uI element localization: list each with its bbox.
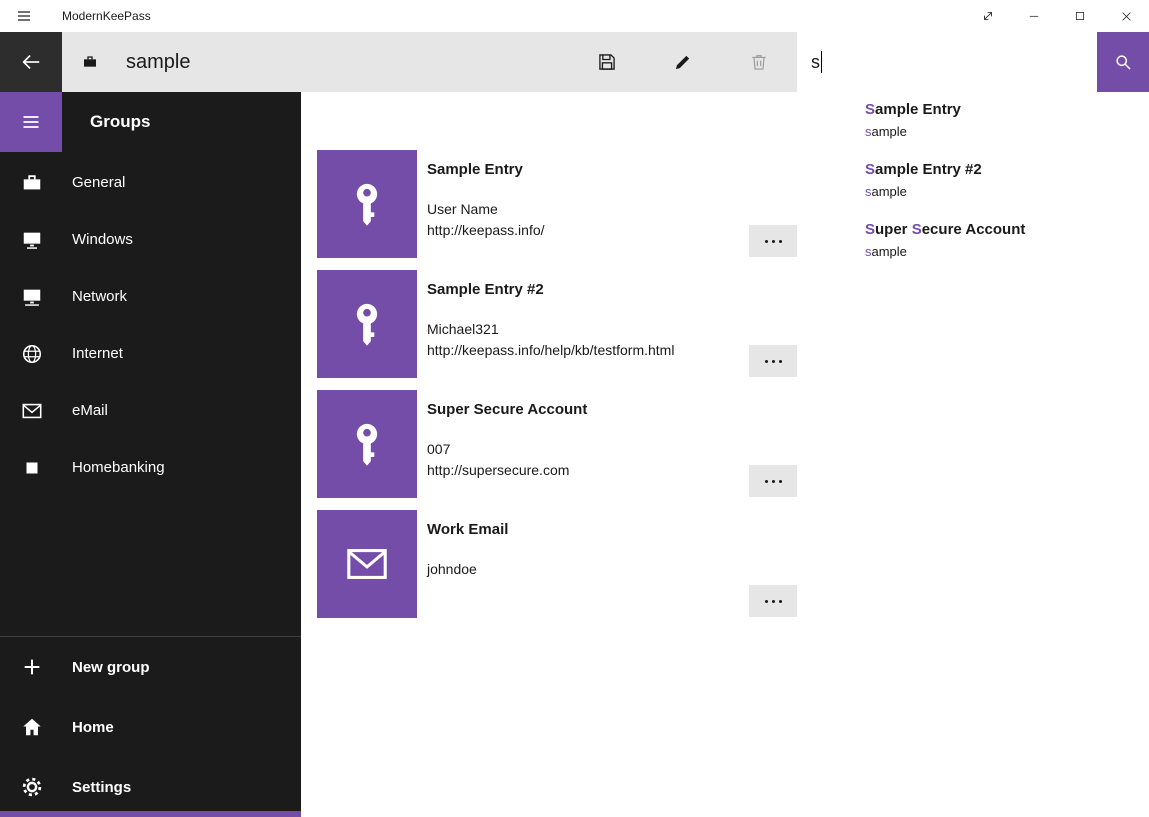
minimize-icon[interactable] bbox=[1011, 0, 1057, 32]
entry-tile[interactable] bbox=[317, 270, 417, 378]
sidebar-item-internet[interactable]: Internet bbox=[0, 325, 301, 382]
search-query-text: s bbox=[811, 52, 820, 73]
search-box: s bbox=[797, 32, 1149, 92]
maximize-icon[interactable] bbox=[1057, 0, 1103, 32]
sidebar-actions: New group Home Settings bbox=[0, 637, 301, 817]
more-options-button[interactable] bbox=[749, 225, 797, 257]
sidebar: Groups General bbox=[0, 92, 301, 817]
ellipsis-icon bbox=[765, 480, 768, 483]
key-icon bbox=[344, 301, 390, 347]
pencil-icon bbox=[673, 52, 693, 72]
envelope-icon bbox=[344, 541, 390, 587]
edit-button[interactable] bbox=[645, 32, 721, 92]
text-caret bbox=[821, 51, 822, 73]
group-list: General Windows bbox=[0, 154, 301, 496]
database-info: sample bbox=[82, 32, 190, 92]
back-arrow-icon bbox=[20, 51, 42, 73]
close-icon[interactable] bbox=[1103, 0, 1149, 32]
more-options-button[interactable] bbox=[749, 345, 797, 377]
app-title: ModernKeePass bbox=[62, 9, 151, 23]
envelope-icon bbox=[20, 399, 44, 423]
titlebar: ModernKeePass bbox=[0, 0, 1149, 32]
desktop-icon bbox=[20, 228, 44, 252]
entry-url: http://supersecure.com bbox=[427, 460, 587, 481]
ellipsis-icon bbox=[765, 360, 768, 363]
save-button[interactable] bbox=[569, 32, 645, 92]
entry-title: Sample Entry #2 bbox=[427, 280, 674, 300]
key-icon bbox=[344, 421, 390, 467]
app-command-bar: sample s bbox=[0, 32, 1149, 92]
list-item: Sample Entry #2 Michael321 http://keepas… bbox=[317, 270, 797, 378]
new-group-button[interactable]: New group bbox=[0, 637, 301, 697]
sidebar-item-email[interactable]: eMail bbox=[0, 382, 301, 439]
entry-url: http://keepass.info/ bbox=[427, 220, 545, 241]
briefcase-icon bbox=[20, 171, 44, 195]
trash-icon bbox=[749, 52, 769, 72]
database-icon bbox=[82, 54, 98, 70]
app-window: ModernKeePass bbox=[0, 0, 1149, 817]
save-icon bbox=[597, 52, 617, 72]
sidebar-item-general[interactable]: General bbox=[0, 154, 301, 211]
sidebar-item-network[interactable]: Network bbox=[0, 268, 301, 325]
groups-heading: Groups bbox=[90, 112, 150, 132]
search-input[interactable]: s bbox=[797, 32, 1097, 92]
home-icon bbox=[20, 715, 44, 739]
command-buttons bbox=[569, 32, 797, 92]
search-suggestions-flyout: Sample Entry sample Sample Entry #2 samp… bbox=[849, 92, 1149, 274]
search-button[interactable] bbox=[1097, 32, 1149, 92]
entry-url: http://keepass.info/help/kb/testform.htm… bbox=[427, 340, 674, 361]
sidebar-item-homebanking[interactable]: Homebanking bbox=[0, 439, 301, 496]
nav-toggle-button[interactable] bbox=[0, 92, 62, 152]
hamburger-icon bbox=[21, 112, 41, 132]
entry-username: User Name bbox=[427, 199, 545, 220]
home-button[interactable]: Home bbox=[0, 697, 301, 757]
search-icon bbox=[1113, 52, 1133, 72]
entry-username: johndoe bbox=[427, 559, 508, 580]
key-icon bbox=[344, 181, 390, 227]
entry-username: Michael321 bbox=[427, 319, 674, 340]
ellipsis-icon bbox=[765, 600, 768, 603]
window-controls bbox=[965, 0, 1149, 32]
entry-title: Super Secure Account bbox=[427, 400, 587, 420]
entry-username: 007 bbox=[427, 439, 587, 460]
safe-icon bbox=[20, 456, 44, 480]
list-item: Sample Entry User Name http://keepass.in… bbox=[317, 150, 797, 258]
plus-icon bbox=[20, 655, 44, 679]
delete-button[interactable] bbox=[721, 32, 797, 92]
more-options-button[interactable] bbox=[749, 585, 797, 617]
settings-button[interactable]: Settings bbox=[0, 757, 301, 817]
list-item: Work Email johndoe bbox=[317, 510, 797, 618]
network-computer-icon bbox=[20, 285, 44, 309]
database-title: sample bbox=[126, 51, 190, 74]
search-result[interactable]: Super Secure Account sample bbox=[849, 214, 1149, 274]
more-options-button[interactable] bbox=[749, 465, 797, 497]
globe-icon bbox=[20, 342, 44, 366]
entry-title: Sample Entry bbox=[427, 160, 545, 180]
back-button[interactable] bbox=[0, 32, 62, 92]
entry-tile[interactable] bbox=[317, 150, 417, 258]
gear-icon bbox=[20, 775, 44, 799]
search-result[interactable]: Sample Entry #2 sample bbox=[849, 154, 1149, 214]
accent-strip bbox=[0, 811, 301, 817]
entry-tile[interactable] bbox=[317, 510, 417, 618]
entry-title: Work Email bbox=[427, 520, 508, 540]
ellipsis-icon bbox=[765, 240, 768, 243]
list-item: Super Secure Account 007 http://supersec… bbox=[317, 390, 797, 498]
sidebar-item-windows[interactable]: Windows bbox=[0, 211, 301, 268]
search-result[interactable]: Sample Entry sample bbox=[849, 94, 1149, 154]
entry-tile[interactable] bbox=[317, 390, 417, 498]
hamburger-menu-icon[interactable] bbox=[0, 0, 48, 32]
fullscreen-icon[interactable] bbox=[965, 0, 1011, 32]
